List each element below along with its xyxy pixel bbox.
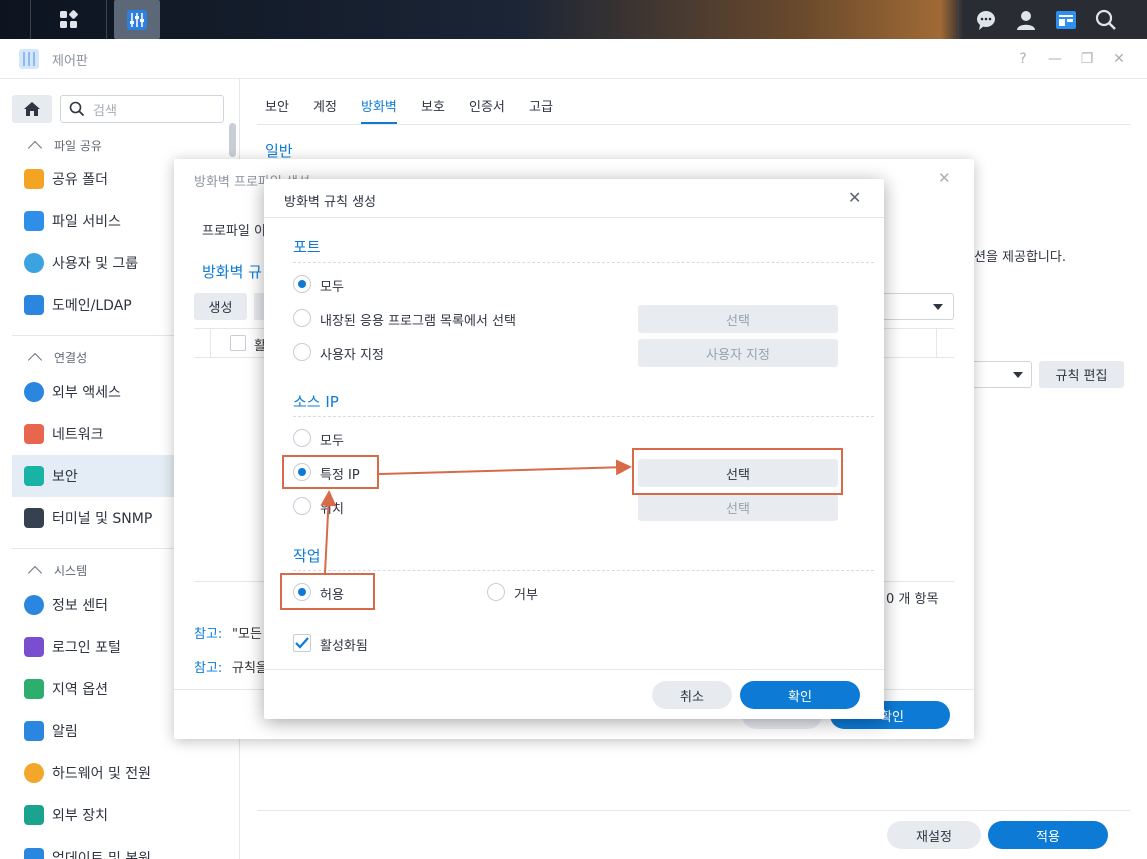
annotation-arrows [320,459,632,574]
